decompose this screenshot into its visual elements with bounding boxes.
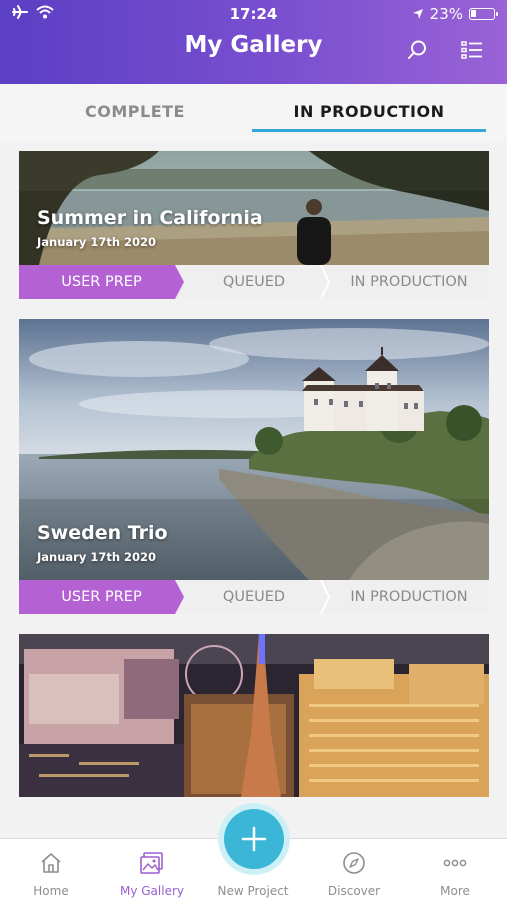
gallery-tabs: COMPLETE IN PRODUCTION <box>0 84 507 142</box>
nav-my-gallery[interactable]: My Gallery <box>102 839 202 900</box>
list-view-button[interactable] <box>459 37 485 63</box>
nav-more[interactable]: More <box>405 839 505 900</box>
nav-discover-label: Discover <box>327 884 381 898</box>
nav-discover[interactable]: Discover <box>304 839 404 900</box>
nav-home[interactable]: Home <box>1 839 101 900</box>
page-title: My Gallery <box>184 32 323 58</box>
step-in-production: IN PRODUCTION <box>350 589 468 605</box>
project-name: Sweden Trio <box>37 522 168 544</box>
active-tab-indicator <box>252 129 486 132</box>
search-icon <box>408 40 426 59</box>
battery-percent: 23% <box>429 5 463 23</box>
tab-in-production-label: IN PRODUCTION <box>293 102 445 121</box>
tab-complete[interactable]: COMPLETE <box>40 102 230 142</box>
new-project-button[interactable] <box>218 803 290 875</box>
new-project-fab <box>224 809 284 869</box>
home-icon <box>41 853 61 873</box>
more-icon <box>443 859 467 867</box>
gallery-icon <box>140 852 163 874</box>
status-bar: 17:24 23% <box>0 0 507 28</box>
project-thumbnail <box>19 634 489 797</box>
step-queued: QUEUED <box>222 274 286 290</box>
step-queued: QUEUED <box>222 589 286 605</box>
app-header: 17:24 23% My Gallery <box>0 0 507 84</box>
step-user-prep: USER PREP <box>19 580 184 614</box>
step-user-prep: USER PREP <box>19 265 184 299</box>
project-card-sweden-trio[interactable]: Sweden Trio January 17th 2020 USER PREP … <box>19 319 489 614</box>
battery-icon <box>469 8 498 20</box>
project-name: Summer in California <box>37 207 263 229</box>
compass-icon <box>343 852 365 874</box>
progress-steps: USER PREP QUEUED IN PRODUCTION <box>19 265 489 299</box>
progress-steps: USER PREP QUEUED IN PRODUCTION <box>19 580 489 614</box>
step-in-production: IN PRODUCTION <box>350 274 468 290</box>
plus-icon <box>241 826 267 852</box>
tab-in-production[interactable]: IN PRODUCTION <box>252 102 486 142</box>
project-card-third[interactable] <box>19 634 489 797</box>
location-arrow-icon <box>412 9 423 19</box>
project-date: January 17th 2020 <box>37 235 157 249</box>
nav-home-label: Home <box>33 884 69 898</box>
project-date: January 17th 2020 <box>37 550 157 564</box>
nav-new-project-label: New Project <box>217 884 289 898</box>
search-button[interactable] <box>404 37 430 63</box>
nav-more-label: More <box>440 884 470 898</box>
status-right: 23% <box>412 5 498 23</box>
project-card-summer-in-california[interactable]: Summer in California January 17th 2020 U… <box>19 151 489 299</box>
nav-my-gallery-label: My Gallery <box>119 884 184 898</box>
tab-complete-label: COMPLETE <box>85 102 185 121</box>
list-icon <box>461 41 482 59</box>
